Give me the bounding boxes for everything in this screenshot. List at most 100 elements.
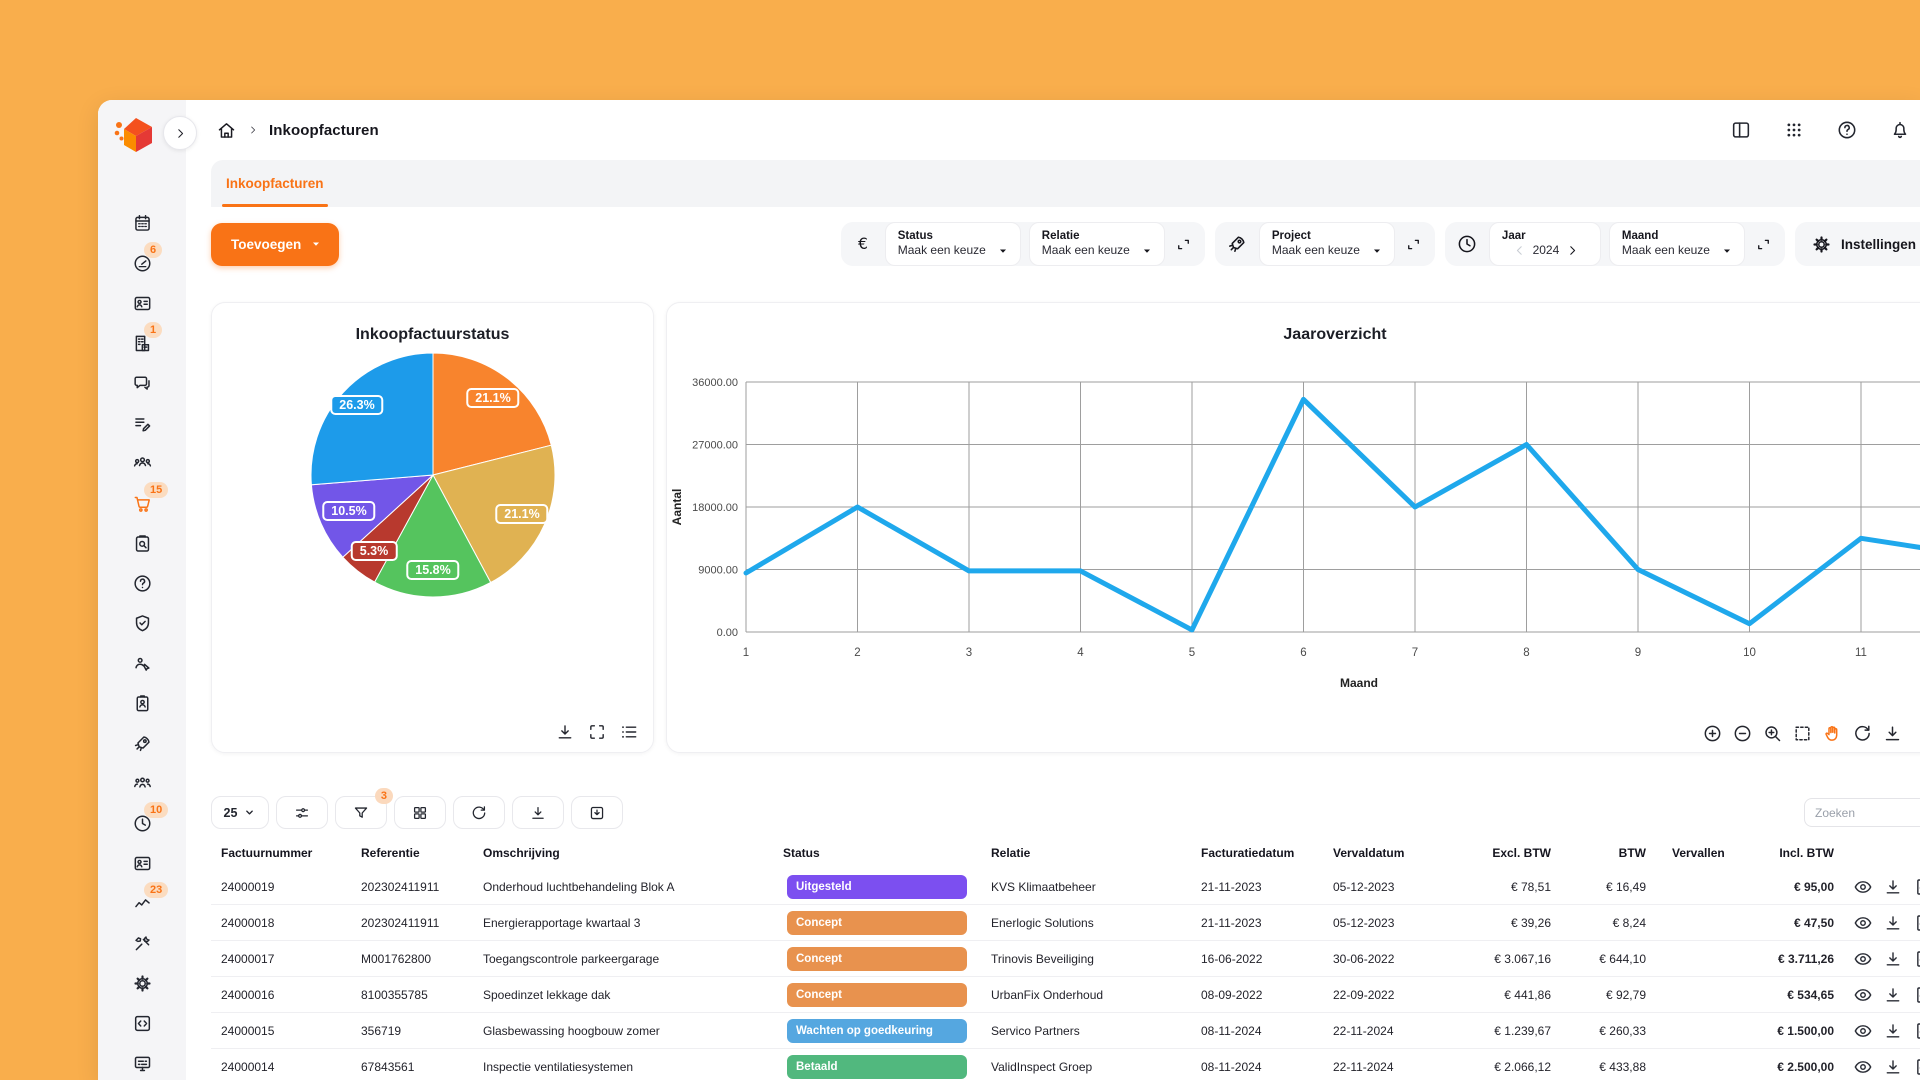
sidebar-item-rocket[interactable]: [131, 732, 153, 754]
table-toolbar-box-download-button[interactable]: [571, 796, 623, 829]
column-header-vervallen[interactable]: Vervallen: [1650, 846, 1740, 860]
table-row[interactable]: 24000015356719Glasbewassing hoogbouw zom…: [211, 1013, 1920, 1049]
sidebar-item-gauge[interactable]: 6: [131, 252, 153, 274]
sidebar-item-clipboard-search[interactable]: [131, 532, 153, 554]
sidebar-item-cart[interactable]: 15: [131, 492, 153, 514]
filter-select-status[interactable]: StatusMaak een keuze: [885, 222, 1021, 266]
column-header-referentie[interactable]: Referentie: [351, 846, 473, 860]
status-cell: Concept: [773, 947, 981, 971]
sidebar-item-clock[interactable]: 10: [131, 812, 153, 834]
search-input[interactable]: [1804, 798, 1920, 827]
sidebar-item-help-circle[interactable]: [131, 572, 153, 594]
eye-icon[interactable]: [1852, 984, 1873, 1005]
file-search-icon[interactable]: [1912, 1020, 1920, 1041]
settings-button[interactable]: Instellingen: [1795, 222, 1920, 266]
sidebar-item-shield-check[interactable]: [131, 612, 153, 634]
next-year-button[interactable]: [1565, 243, 1580, 258]
column-header-factuurnummer[interactable]: Factuurnummer: [211, 846, 351, 860]
eye-icon[interactable]: [1852, 948, 1873, 969]
previous-year-button[interactable]: [1512, 243, 1527, 258]
sidebar-item-monitor[interactable]: [131, 1052, 153, 1074]
download-icon[interactable]: [555, 722, 575, 742]
table-row[interactable]: 24000019202302411911Onderhoud luchtbehan…: [211, 869, 1920, 905]
circle-plus-icon[interactable]: [1702, 723, 1723, 744]
sidebar-item-team[interactable]: [131, 452, 153, 474]
column-header-omschrijving[interactable]: Omschrijving: [473, 846, 773, 860]
column-header-excl_btw[interactable]: Excl. BTW: [1445, 846, 1555, 860]
column-header-btw[interactable]: BTW: [1555, 846, 1650, 860]
filter-select-project[interactable]: ProjectMaak een keuze: [1259, 222, 1395, 266]
download-icon[interactable]: [1882, 984, 1903, 1005]
sidebar-item-people[interactable]: [131, 772, 153, 794]
table-toolbar-grid-button[interactable]: [394, 796, 446, 829]
column-header-vervaldatum[interactable]: Vervaldatum: [1323, 846, 1445, 860]
sidebar-item-calendar[interactable]: [131, 212, 153, 234]
column-header-relatie[interactable]: Relatie: [981, 846, 1191, 860]
file-search-icon[interactable]: [1912, 1056, 1920, 1077]
cell-vervaldatum: 30-06-2022: [1323, 952, 1445, 966]
cell-incl_btw: € 2.500,00: [1740, 1060, 1838, 1074]
sidebar-item-contact-card[interactable]: [131, 852, 153, 874]
download-icon[interactable]: [1882, 948, 1903, 969]
download-icon[interactable]: [1882, 876, 1903, 897]
expand-icon[interactable]: [1753, 233, 1775, 255]
table-toolbar-sliders-button[interactable]: [276, 796, 328, 829]
sidebar-item-chat[interactable]: [131, 372, 153, 394]
eye-icon[interactable]: [1852, 876, 1873, 897]
home-icon[interactable]: [216, 120, 237, 141]
sidebar-item-tools[interactable]: [131, 932, 153, 954]
fullscreen-icon[interactable]: [587, 722, 607, 742]
table-toolbar-refresh-button[interactable]: [453, 796, 505, 829]
filter-select-relatie[interactable]: RelatieMaak een keuze: [1029, 222, 1165, 266]
hand-icon[interactable]: [1822, 723, 1843, 744]
eye-icon[interactable]: [1852, 912, 1873, 933]
download-icon[interactable]: [1882, 1056, 1903, 1077]
table-toolbar-funnel-button[interactable]: 3: [335, 796, 387, 829]
column-header-status[interactable]: Status: [773, 846, 981, 860]
filter-count-badge: 3: [375, 788, 393, 804]
sidebar-item-contact-card[interactable]: [131, 292, 153, 314]
download-icon[interactable]: [1882, 912, 1903, 933]
column-header-facturatiedatum[interactable]: Facturatiedatum: [1191, 846, 1323, 860]
table-row[interactable]: 240000168100355785Spoedinzet lekkage dak…: [211, 977, 1920, 1013]
sidebar-collapse-button[interactable]: [163, 116, 197, 150]
sidebar-item-id-badge[interactable]: [131, 692, 153, 714]
cell-excl_btw: € 441,86: [1445, 988, 1555, 1002]
file-search-icon[interactable]: [1912, 876, 1920, 897]
file-search-icon[interactable]: [1912, 912, 1920, 933]
panel-toggle-icon[interactable]: [1729, 118, 1753, 142]
add-button[interactable]: Toevoegen: [211, 223, 339, 266]
file-search-icon[interactable]: [1912, 984, 1920, 1005]
table-toolbar-download-button[interactable]: [512, 796, 564, 829]
apps-grid-icon[interactable]: [1782, 118, 1806, 142]
sidebar-item-reception[interactable]: [131, 652, 153, 674]
bell-icon[interactable]: [1888, 118, 1912, 142]
help-icon[interactable]: [1835, 118, 1859, 142]
filter-select-maand[interactable]: MaandMaak een keuze: [1609, 222, 1745, 266]
column-header-incl_btw[interactable]: Incl. BTW: [1740, 846, 1838, 860]
sidebar-item-notes[interactable]: [131, 412, 153, 434]
table-row[interactable]: 24000018202302411911Energierapportage kw…: [211, 905, 1920, 941]
svg-text:4: 4: [1077, 647, 1084, 659]
sidebar-item-building[interactable]: 1: [131, 332, 153, 354]
expand-icon[interactable]: [1403, 233, 1425, 255]
expand-icon[interactable]: [1173, 233, 1195, 255]
download-icon[interactable]: [1882, 723, 1903, 744]
eye-icon[interactable]: [1852, 1056, 1873, 1077]
refresh-icon[interactable]: [1852, 723, 1873, 744]
file-search-icon[interactable]: [1912, 948, 1920, 969]
download-icon[interactable]: [1882, 1020, 1903, 1041]
zoom-plus-icon[interactable]: [1762, 723, 1783, 744]
tab-inkoopfacturen[interactable]: Inkoopfacturen: [222, 160, 328, 207]
circle-minus-icon[interactable]: [1732, 723, 1753, 744]
sidebar-item-trend[interactable]: 23: [131, 892, 153, 914]
list-menu-icon[interactable]: [619, 722, 639, 742]
select-rect-icon[interactable]: [1792, 723, 1813, 744]
eye-icon[interactable]: [1852, 1020, 1873, 1041]
table-row[interactable]: 24000017M001762800Toegangscontrole parke…: [211, 941, 1920, 977]
sidebar-item-gear[interactable]: [131, 972, 153, 994]
sliders-icon: [293, 804, 311, 822]
page-size-select[interactable]: 25: [211, 796, 269, 829]
sidebar-item-code-box[interactable]: [131, 1012, 153, 1034]
table-row[interactable]: 2400001467843561Inspectie ventilatiesyst…: [211, 1049, 1920, 1080]
